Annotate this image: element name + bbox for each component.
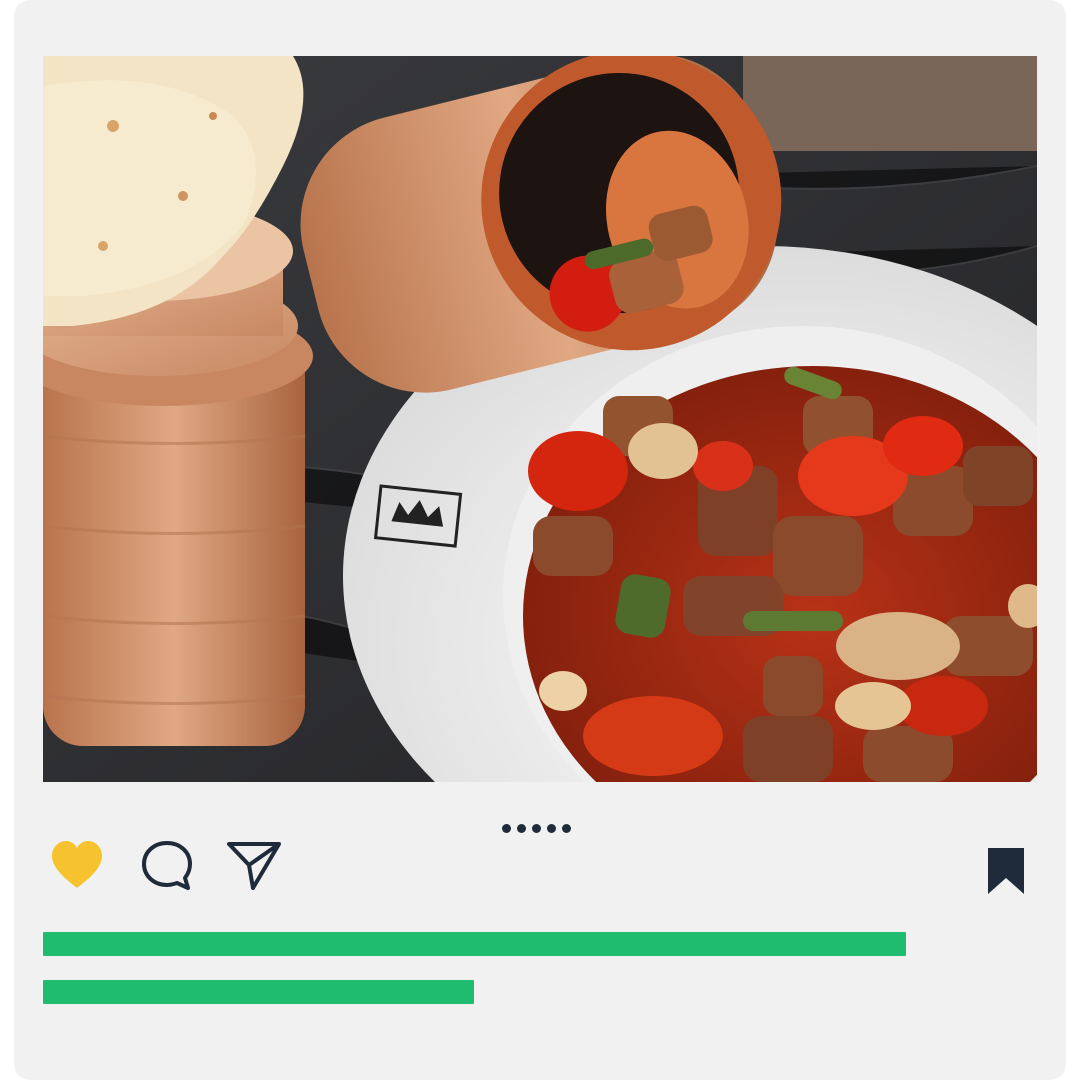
carousel-indicator[interactable] — [502, 824, 571, 833]
food-photo-illustration — [43, 56, 1037, 782]
carousel-dot[interactable] — [547, 824, 556, 833]
caption-line-placeholder — [43, 932, 906, 956]
carousel-dot[interactable] — [517, 824, 526, 833]
save-button[interactable] — [986, 846, 1026, 896]
carousel-dot[interactable] — [532, 824, 541, 833]
speech-bubble-icon — [142, 841, 192, 890]
post-card — [14, 0, 1066, 1080]
like-button[interactable] — [48, 838, 106, 892]
paper-plane-icon — [227, 842, 281, 890]
heart-icon — [52, 841, 102, 888]
carousel-dot[interactable] — [502, 824, 511, 833]
post-image[interactable] — [43, 56, 1037, 782]
comment-button[interactable] — [140, 838, 194, 892]
caption-line-placeholder — [43, 980, 474, 1004]
share-button[interactable] — [226, 838, 282, 892]
bookmark-icon — [988, 848, 1024, 894]
carousel-dot[interactable] — [562, 824, 571, 833]
